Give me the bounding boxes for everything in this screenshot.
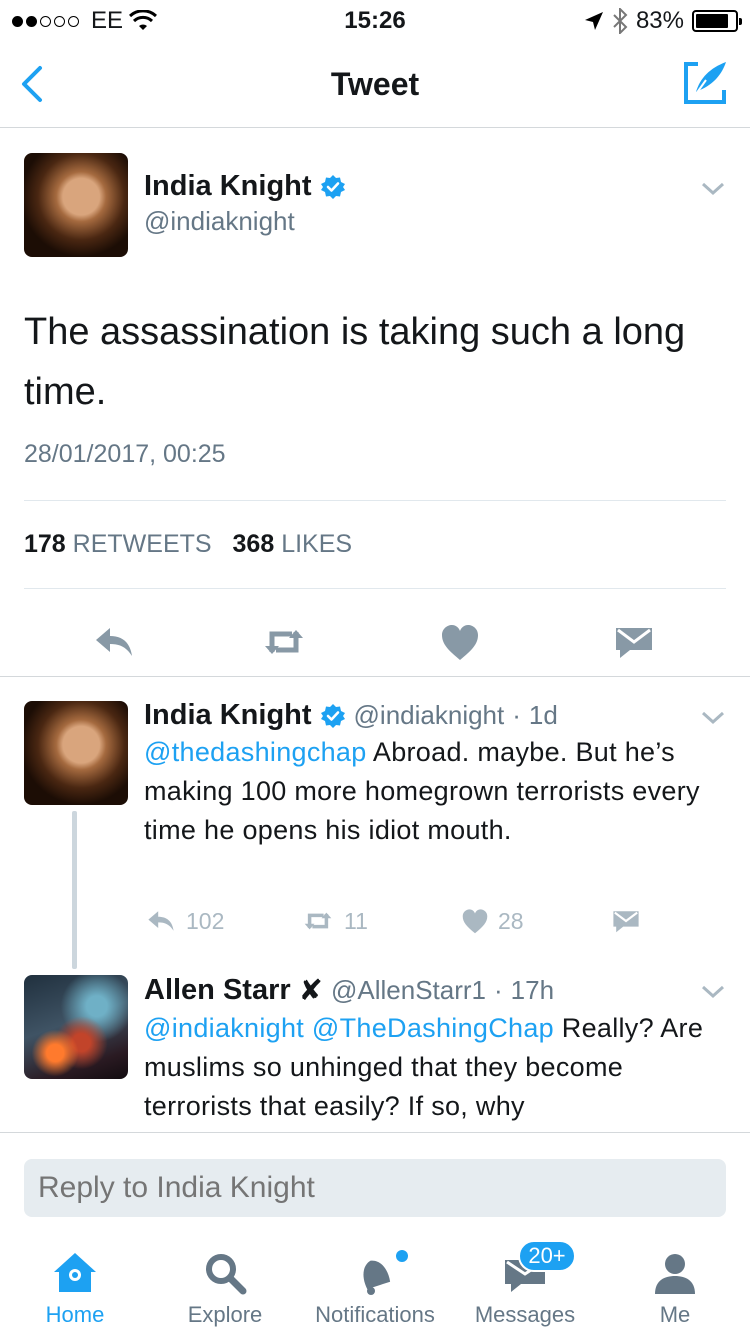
reply-composer bbox=[0, 1132, 750, 1232]
tab-home[interactable]: Home bbox=[0, 1232, 150, 1334]
avatar[interactable] bbox=[24, 153, 128, 257]
author-line: India Knight @indiaknight · 1d bbox=[144, 699, 558, 732]
dot-separator: · bbox=[494, 975, 503, 1005]
retweet-count: 11 bbox=[344, 907, 368, 934]
name-mark: ✘ bbox=[298, 975, 323, 1007]
mention-link[interactable]: @thedashingchap bbox=[144, 737, 367, 767]
reply-tweet[interactable]: Allen Starr ✘ @AllenStarr1 · 17h @indiak… bbox=[0, 967, 750, 1133]
tab-bar: Home Explore Notifications 20+ Messages … bbox=[0, 1232, 750, 1334]
home-icon bbox=[54, 1253, 96, 1292]
status-bar: EE 15:26 83% bbox=[0, 0, 750, 40]
reply-action[interactable]: 102 bbox=[144, 907, 224, 935]
mention-link[interactable]: @TheDashingChap bbox=[312, 1013, 554, 1043]
compose-quill-icon[interactable] bbox=[682, 60, 728, 106]
verified-badge-icon bbox=[320, 703, 345, 728]
reply-icon bbox=[148, 911, 174, 931]
tweet-stats: 178 RETWEETS 368 LIKES bbox=[24, 530, 366, 559]
bluetooth-icon bbox=[613, 8, 628, 34]
author-name[interactable]: India Knight bbox=[144, 699, 312, 732]
author-name[interactable]: India Knight bbox=[144, 170, 312, 203]
envelope-icon bbox=[613, 911, 639, 933]
tab-messages[interactable]: 20+ Messages bbox=[450, 1232, 600, 1334]
author-handle: @indiaknight bbox=[353, 700, 505, 730]
reply-text: @indiaknight @TheDashingChap Really? Are… bbox=[144, 1009, 724, 1126]
thread-connector bbox=[72, 811, 77, 969]
tweet-text: The assassination is taking such a long … bbox=[24, 311, 686, 413]
reply-count: 102 bbox=[186, 907, 225, 934]
dot-separator: · bbox=[512, 700, 521, 730]
tweet-age: 1d bbox=[528, 700, 558, 730]
tab-label: Notifications bbox=[315, 1302, 435, 1327]
author-line: Allen Starr ✘ @AllenStarr1 · 17h bbox=[144, 973, 554, 1008]
heart-icon[interactable] bbox=[438, 622, 482, 662]
chevron-down-icon[interactable] bbox=[700, 983, 726, 1001]
author-handle: @indiaknight bbox=[144, 206, 295, 236]
heart-icon bbox=[462, 909, 488, 934]
reply-icon[interactable] bbox=[92, 622, 136, 662]
tab-label: Home bbox=[45, 1302, 105, 1327]
nav-bar: Tweet bbox=[0, 40, 750, 128]
tab-label: Me bbox=[659, 1302, 691, 1327]
retweets-count[interactable]: 178 bbox=[24, 530, 66, 558]
divider bbox=[24, 500, 726, 501]
retweets-label[interactable]: RETWEETS bbox=[73, 530, 212, 558]
chevron-down-icon[interactable] bbox=[700, 180, 726, 198]
battery-icon bbox=[692, 10, 742, 32]
tweet-age: 17h bbox=[510, 975, 555, 1005]
reply-actions: 102 11 28 bbox=[144, 907, 704, 947]
location-arrow-icon bbox=[584, 12, 603, 30]
avatar[interactable] bbox=[24, 975, 128, 1079]
page-title: Tweet bbox=[330, 66, 420, 102]
author-name[interactable]: Allen Starr bbox=[144, 974, 291, 1007]
chevron-down-icon[interactable] bbox=[700, 709, 726, 727]
search-icon bbox=[206, 1254, 247, 1295]
tab-explore[interactable]: Explore bbox=[150, 1232, 300, 1334]
reply-tweet[interactable]: India Knight @indiaknight · 1d @thedashi… bbox=[0, 677, 750, 969]
tab-label: Explore bbox=[187, 1302, 263, 1327]
avatar[interactable] bbox=[24, 701, 128, 805]
tab-notifications[interactable]: Notifications bbox=[300, 1232, 450, 1334]
envelope-icon[interactable] bbox=[612, 622, 656, 662]
reply-text: @thedashingchap Abroad. maybe. But he’s … bbox=[144, 733, 724, 850]
tweet-timestamp: 28/01/2017, 00:25 bbox=[24, 440, 226, 468]
author-handle: @AllenStarr1 bbox=[330, 975, 486, 1005]
retweet-icon bbox=[304, 912, 332, 930]
tweet-actions bbox=[0, 608, 750, 678]
like-action[interactable]: 28 bbox=[460, 907, 524, 935]
tab-label: Messages bbox=[474, 1302, 576, 1327]
likes-count[interactable]: 368 bbox=[233, 530, 275, 558]
mention-link[interactable]: @indiaknight bbox=[144, 1013, 304, 1043]
like-count: 28 bbox=[498, 907, 524, 934]
divider bbox=[24, 588, 726, 589]
dm-action[interactable] bbox=[610, 907, 642, 935]
reply-input[interactable] bbox=[24, 1159, 726, 1217]
messages-badge: 20+ bbox=[518, 1240, 576, 1272]
person-icon bbox=[655, 1254, 695, 1294]
tab-me[interactable]: Me bbox=[600, 1232, 750, 1334]
likes-label[interactable]: LIKES bbox=[281, 530, 352, 558]
retweet-action[interactable]: 11 bbox=[300, 907, 368, 935]
verified-badge-icon bbox=[320, 174, 345, 199]
bell-icon bbox=[363, 1260, 391, 1295]
status-right: 83% bbox=[584, 7, 742, 35]
retweet-icon[interactable] bbox=[262, 622, 306, 662]
author-line: India Knight bbox=[144, 170, 346, 203]
notification-dot bbox=[396, 1250, 408, 1262]
battery-percent: 83% bbox=[635, 7, 684, 34]
